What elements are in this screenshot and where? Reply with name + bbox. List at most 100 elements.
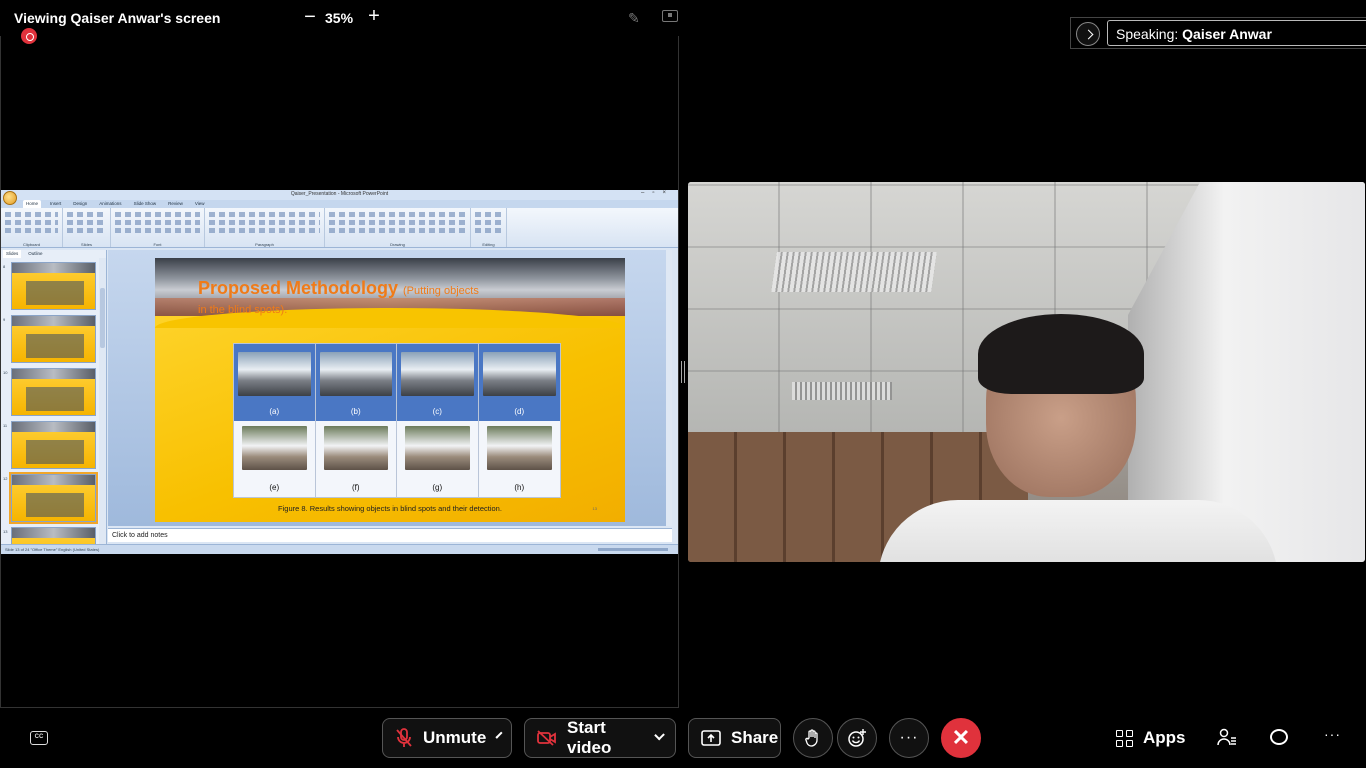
ribbon-group-clipboard: Clipboard	[1, 208, 63, 247]
slide-title: Proposed Methodology (Putting objects	[198, 278, 479, 299]
result-photo	[238, 352, 311, 396]
grid-cell: (c)	[397, 344, 479, 421]
grid-cell: (f)	[316, 420, 397, 497]
chevron-down-icon[interactable]	[653, 729, 665, 741]
unmute-button[interactable]: Unmute	[382, 718, 512, 758]
grid-label: (a)	[269, 406, 280, 416]
slides-panel-scrollbar	[99, 258, 106, 544]
thumb-number: 10	[3, 370, 8, 375]
apps-icon	[1116, 729, 1133, 747]
zoom-in-button[interactable]: +	[364, 5, 384, 28]
result-photo	[242, 425, 307, 470]
figure-caption: Figure 8. Results showing objects in bli…	[278, 504, 502, 513]
ribbon-group-label: Font	[153, 242, 162, 247]
ppt-tab-home: Home	[23, 200, 42, 208]
share-label: Share	[731, 728, 779, 747]
share-button[interactable]: Share	[688, 718, 781, 758]
ribbon-group-drawing: Drawing	[325, 208, 471, 247]
popout-icon[interactable]	[662, 10, 678, 22]
emoji-icon[interactable]	[837, 718, 877, 758]
panel-tab-slides: Slides	[3, 250, 22, 258]
grid-cell: (e)	[234, 420, 316, 497]
thumb-number: 12	[3, 476, 8, 481]
panel-tabs: Slides Outline	[1, 250, 106, 258]
ppt-tab-view: View	[194, 201, 205, 206]
ribbon-group-slides: Slides	[63, 208, 111, 247]
video-person-hair	[978, 314, 1144, 394]
video-person-shirt	[878, 500, 1278, 562]
chevron-down-icon[interactable]	[495, 731, 503, 739]
speaking-label: Speaking:	[1116, 26, 1179, 42]
ppt-tab-animations: Animations	[99, 201, 122, 206]
current-slide: Proposed Methodology (Putting objects in…	[155, 258, 625, 522]
slide-canvas: Proposed Methodology (Putting objects in…	[108, 250, 672, 526]
ppt-tab-review: Review	[168, 201, 183, 206]
speaker-name: Qaiser Anwar	[1182, 26, 1272, 42]
office-button-icon	[3, 191, 17, 205]
result-photo	[482, 352, 556, 396]
close-icon[interactable]: ✕	[941, 718, 981, 758]
result-photo	[323, 425, 388, 470]
slide-thumbnail	[11, 315, 96, 363]
slide-number: 13	[592, 506, 597, 511]
result-photo	[319, 352, 392, 396]
more-icon[interactable]: ···	[889, 718, 929, 758]
speaking-indicator: Speaking: Qaiser Anwar	[1107, 20, 1366, 46]
grid-label: (h)	[514, 483, 525, 492]
thumb-content	[26, 334, 84, 358]
unmute-label: Unmute	[423, 728, 487, 747]
mic-off-icon	[395, 728, 413, 748]
slide-thumbnail	[11, 262, 96, 310]
result-photo	[486, 425, 552, 470]
apps-label: Apps	[1143, 728, 1186, 747]
thumb-content	[26, 440, 84, 464]
thumb-number: 13	[3, 529, 8, 534]
hand-icon[interactable]	[793, 718, 833, 758]
panel-tab-outline: Outline	[28, 251, 43, 256]
thumb-number: 9	[3, 317, 6, 322]
ribbon-group-paragraph: Paragraph	[205, 208, 325, 247]
ppt-ribbon: Clipboard Slides Font Paragraph Drawing …	[1, 208, 678, 248]
ribbon-group-label: Clipboard	[22, 242, 41, 247]
powerpoint-window[interactable]: Qaiser_Presentation - Microsoft PowerPoi…	[1, 190, 678, 554]
slide-title-line2: in the blind spots).	[198, 304, 288, 316]
ppt-window-title: Qaiser_Presentation - Microsoft PowerPoi…	[290, 191, 389, 197]
annotate-icon[interactable]: ✎	[628, 10, 640, 27]
grid-label: (d)	[514, 406, 525, 416]
slide-thumbnail-selected	[9, 472, 98, 524]
cc-icon[interactable]: CC	[30, 731, 48, 745]
slide-title-main: Proposed Methodology	[198, 278, 398, 298]
grid-label: (e)	[269, 483, 280, 492]
expand-chevron-icon[interactable]	[1076, 22, 1100, 46]
participants-icon[interactable]	[1217, 728, 1237, 751]
slides-panel: Slides Outline 8 9 10 11 12 13	[1, 250, 107, 544]
thumb-content	[26, 281, 84, 305]
overflow-more-icon[interactable]: ···	[1324, 726, 1341, 742]
chat-icon[interactable]	[1270, 729, 1288, 745]
zoom-level: 35%	[325, 10, 354, 26]
notes-pane: Click to add notes	[108, 528, 672, 542]
window-controls-icon: –▫×	[641, 190, 674, 196]
ppt-status-bar: Slide 13 of 24 "Office Theme" English (U…	[1, 544, 678, 554]
result-photo	[401, 352, 474, 396]
grid-label: (g)	[432, 483, 443, 492]
grid-cell: (a)	[234, 344, 316, 421]
thumb-content	[26, 387, 84, 411]
ppt-tab-insert: Insert	[50, 201, 62, 206]
thumb-number: 8	[3, 264, 6, 269]
grid-label: (b)	[350, 406, 361, 416]
ppt-ribbon-tabs: Home Insert Design Animations Slide Show…	[1, 200, 678, 208]
participant-video[interactable]	[688, 182, 1365, 562]
video-ceiling-light	[792, 382, 892, 400]
ribbon-group-label: Slides	[81, 242, 92, 247]
split-resize-handle[interactable]	[681, 361, 685, 383]
apps-button[interactable]: Apps	[1116, 728, 1186, 748]
share-icon	[701, 730, 721, 746]
results-image-grid: (a) (b) (c) (d) (e) (f) (g) (h)	[233, 343, 561, 498]
start-video-button[interactable]: Start video	[524, 718, 676, 758]
grid-cell: (g)	[397, 420, 479, 497]
zoom-out-button[interactable]: −	[300, 6, 320, 29]
viewing-title: Viewing Qaiser Anwar's screen	[14, 10, 221, 26]
slide-thumbnail	[11, 421, 96, 469]
grid-cell: (b)	[315, 344, 397, 421]
